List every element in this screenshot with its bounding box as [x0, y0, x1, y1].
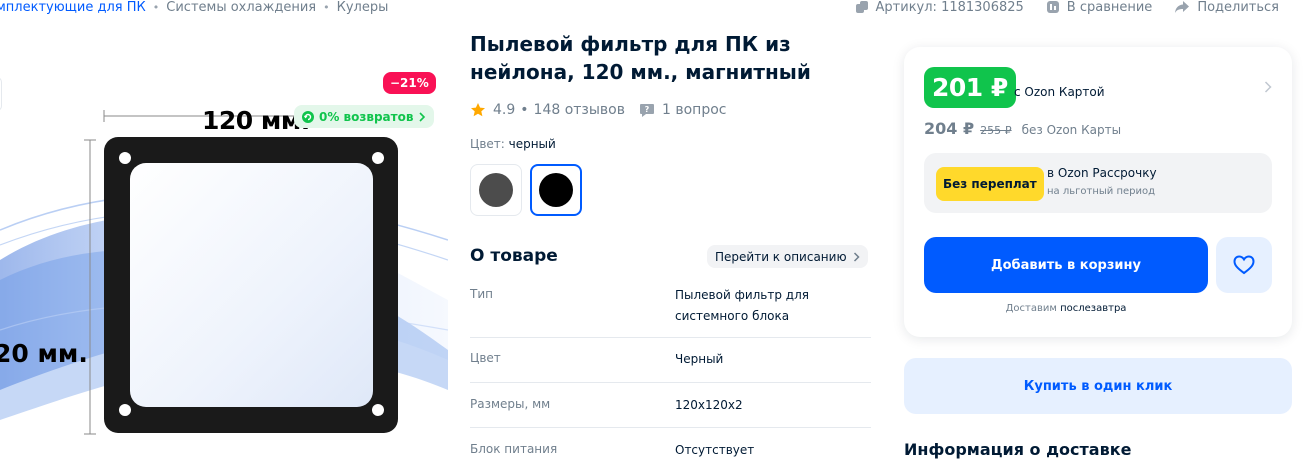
product-image	[0, 110, 448, 435]
svg-text:?: ?	[645, 105, 650, 114]
returns-icon	[302, 110, 314, 123]
spec-value: Отсутствует	[675, 443, 755, 457]
breadcrumb-item-components[interactable]: мплектующие для ПК	[0, 0, 146, 15]
color-label-prefix: Цвет:	[470, 137, 509, 151]
questions-count: 1 вопрос	[662, 102, 727, 118]
installment-badge: Без переплат	[936, 167, 1044, 201]
thumbnail-edge[interactable]	[0, 77, 2, 111]
spec-row: Тип Пылевой фильтр для системного блока	[470, 280, 871, 338]
breadcrumb: мплектующие для ПК • Системы охлаждения …	[0, 0, 388, 17]
goto-description-button[interactable]: Перейти к описанию	[707, 245, 868, 268]
breadcrumb-separator: •	[323, 0, 330, 14]
spec-value: Пылевой фильтр для системного блока	[675, 288, 809, 323]
installment-block[interactable]: Без переплат в Ozon Рассрочку на льготны…	[924, 153, 1272, 213]
share-button[interactable]: Поделиться	[1174, 0, 1279, 15]
question-icon: ?	[640, 103, 654, 117]
rating-separator: •	[520, 102, 529, 118]
spec-name: Размеры, мм	[470, 397, 551, 411]
star-icon	[471, 103, 485, 117]
spec-value: Черный	[675, 352, 724, 366]
color-swatch-black[interactable]	[530, 164, 582, 216]
favorite-button[interactable]	[1216, 237, 1272, 293]
spec-row: Размеры, мм 120x120x2	[470, 383, 871, 428]
returns-badge[interactable]: 0% возвратов	[294, 105, 435, 128]
regular-price-caption: без Ozon Карты	[1021, 123, 1122, 137]
chevron-right-icon	[419, 111, 426, 122]
breadcrumb-item-cooling[interactable]: Системы охлаждения	[166, 0, 316, 15]
breadcrumb-item-coolers[interactable]: Кулеры	[337, 0, 389, 15]
rating-value: 4.9	[493, 102, 516, 118]
delivery-note-prefix: Доставим	[1005, 303, 1061, 314]
compare-label: В сравнение	[1066, 0, 1153, 15]
chevron-right-icon[interactable]	[1264, 81, 1272, 93]
share-icon	[1175, 1, 1190, 13]
old-price: 255 ₽	[980, 124, 1012, 137]
swatch-color-dot	[479, 173, 513, 207]
share-label: Поделиться	[1197, 0, 1279, 15]
top-actions: Артикул: 1181306825 В сравнение Поделить…	[855, 0, 1279, 17]
installment-subtitle: на льготный период	[1047, 186, 1156, 197]
article-label: Артикул: 1181306825	[875, 0, 1024, 15]
buy-one-click-button[interactable]: Купить в один клик	[904, 358, 1292, 414]
regular-price: 204 ₽	[924, 119, 975, 138]
reviews-count[interactable]: 148 отзывов	[534, 102, 625, 118]
ozon-card-caption: с Ozon Картой	[1014, 85, 1105, 99]
color-label: Цвет: черный	[470, 137, 556, 151]
spec-row: Цвет Черный	[470, 338, 871, 383]
spec-name: Блок питания	[470, 442, 558, 456]
about-title: О товаре	[470, 246, 558, 266]
discount-badge: −21%	[383, 72, 436, 94]
delivery-note-day: послезавтра	[1060, 303, 1127, 314]
delivery-note: Доставим послезавтра	[924, 303, 1208, 314]
delivery-info-title: Информация о доставке	[904, 440, 1132, 459]
rating-row[interactable]: 4.9 • 148 отзывов ? 1 вопрос	[470, 100, 726, 120]
article-number[interactable]: Артикул: 1181306825	[855, 0, 1024, 15]
spec-name: Цвет	[470, 351, 501, 365]
compare-button[interactable]: В сравнение	[1046, 0, 1153, 15]
installment-title: в Ozon Рассрочку	[1047, 166, 1157, 180]
price-card: 201 ₽ с Ozon Картой 204 ₽ 255 ₽ без Ozon…	[904, 47, 1292, 337]
dimension-label-height: 20 мм.	[0, 339, 88, 368]
product-title: Пылевой фильтр для ПК из нейлона, 120 мм…	[470, 32, 811, 84]
color-swatch-gray[interactable]	[470, 164, 522, 216]
questions-link[interactable]: ? 1 вопрос	[639, 102, 726, 118]
breadcrumb-separator: •	[152, 0, 160, 14]
returns-label: 0% возвратов	[319, 109, 414, 124]
heart-icon	[1233, 255, 1255, 275]
spec-name: Тип	[470, 287, 493, 301]
copy-icon	[855, 1, 868, 13]
product-gallery[interactable]: 120 мм. 20 мм. −21% 0% возвратов	[0, 30, 448, 472]
add-to-cart-button[interactable]: Добавить в корзину	[924, 237, 1208, 293]
regular-price-row: 204 ₽ 255 ₽ без Ozon Карты	[924, 119, 1121, 138]
spec-row: Блок питания Отсутствует	[470, 428, 871, 472]
ozon-card-price[interactable]: 201 ₽	[924, 67, 1016, 108]
compare-icon	[1046, 1, 1059, 13]
color-value: черный	[508, 137, 556, 151]
goto-description-label: Перейти к описанию	[715, 249, 847, 264]
swatch-color-dot	[539, 173, 573, 207]
spec-value: 120x120x2	[675, 398, 743, 412]
chevron-right-icon	[853, 251, 860, 262]
